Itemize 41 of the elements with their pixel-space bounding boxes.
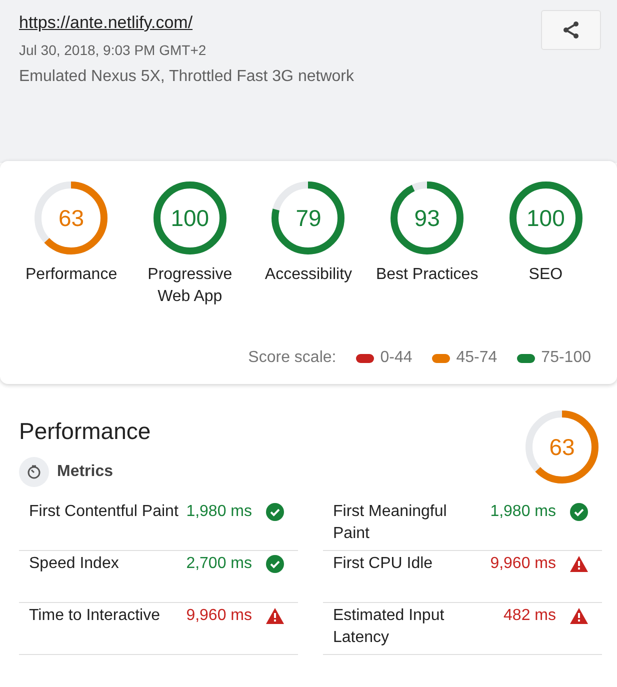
share-button[interactable] [541, 10, 601, 50]
page-url-link[interactable]: https://ante.netlify.com/ [19, 13, 193, 32]
timer-icon [19, 456, 49, 486]
metric-name: Time to Interactive [29, 606, 162, 626]
score-value: 79 [294, 204, 322, 233]
legend-range: 45-74 [456, 348, 498, 368]
metric-value: 1,980 ms [186, 502, 252, 522]
warning-icon [570, 556, 588, 572]
metric-name: First CPU Idle [333, 554, 434, 574]
score-value: 63 [58, 204, 86, 233]
metric-name: First Contentful Paint [29, 502, 179, 522]
category-label: Best Practices [376, 265, 478, 285]
report-date: Jul 30, 2018, 9:03 PM GMT+2 [19, 41, 208, 60]
category-label: Progressive Web App [146, 265, 234, 307]
category-label: Performance [26, 265, 118, 285]
share-icon [561, 20, 581, 40]
metric-value: 482 ms [504, 606, 556, 626]
score-value: 63 [548, 433, 576, 462]
metric-value: 2,700 ms [186, 554, 252, 574]
category-label: SEO [528, 265, 563, 285]
metric-value: 1,980 ms [490, 502, 556, 522]
legend-range: 0-44 [380, 348, 412, 368]
warning-icon [570, 608, 588, 624]
check-icon [266, 502, 284, 520]
check-icon [570, 502, 588, 520]
environment-text: Emulated Nexus 5X, Throttled Fast 3G network [19, 67, 354, 87]
metric-value: 9,960 ms [186, 606, 252, 626]
check-icon [266, 554, 284, 572]
metric-name: First Meaningful Paint [333, 502, 448, 544]
score-value: 100 [525, 204, 566, 233]
metrics-heading: Metrics [57, 462, 114, 482]
metric-name: Estimated Input Latency [333, 606, 446, 648]
metric-value: 9,960 ms [490, 554, 556, 574]
score-value: 100 [170, 204, 210, 233]
warning-icon [266, 608, 284, 624]
score-value: 93 [413, 204, 441, 233]
metric-name: Speed Index [29, 554, 120, 574]
legend-range: 75-100 [541, 348, 591, 368]
score-scale-label: Score scale: [248, 348, 336, 368]
section-title: Performance [19, 417, 151, 446]
category-label: Accessibility [264, 265, 352, 285]
